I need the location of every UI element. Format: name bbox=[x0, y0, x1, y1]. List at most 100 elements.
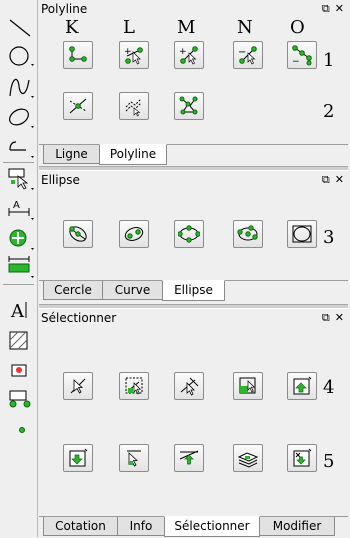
spline-tool-icon[interactable] bbox=[6, 74, 34, 100]
polyline-create-button[interactable] bbox=[63, 41, 93, 69]
deselect-entity-button[interactable] bbox=[174, 372, 204, 400]
tab-cercle[interactable]: Cercle bbox=[43, 281, 103, 300]
deselect-all-icon bbox=[69, 448, 88, 467]
tab-selectionner[interactable]: Sélectionner bbox=[164, 516, 260, 537]
tab-polyline[interactable]: Polyline bbox=[99, 144, 167, 165]
select-all-button[interactable] bbox=[287, 372, 317, 400]
polyline-add-node-button[interactable]: + bbox=[119, 41, 149, 69]
tab-info[interactable]: Info bbox=[117, 517, 165, 536]
tab-cotation[interactable]: Cotation bbox=[43, 517, 118, 536]
circle-tool-icon[interactable] bbox=[6, 44, 34, 70]
select-contour-icon bbox=[127, 450, 141, 467]
equidistant-icon bbox=[125, 98, 142, 117]
delete-between-icon: − bbox=[292, 45, 312, 66]
polyline-append-node-button[interactable]: + bbox=[174, 41, 204, 69]
ellipse-inscribed-button[interactable] bbox=[287, 220, 317, 248]
deselect-all-button[interactable] bbox=[63, 444, 93, 472]
ellipse-foci-icon bbox=[124, 227, 144, 241]
select-contour-button[interactable] bbox=[119, 444, 149, 472]
row-label-3: 3 bbox=[323, 227, 335, 248]
ellipse-center-axis-button[interactable] bbox=[63, 220, 93, 248]
column-label-k: K bbox=[65, 17, 79, 38]
tab-modifier[interactable]: Modifier bbox=[259, 517, 335, 536]
append-node-icon: + bbox=[179, 46, 198, 65]
close-icon[interactable]: ✕ bbox=[335, 2, 344, 16]
left-toolbar: A A bbox=[0, 0, 38, 537]
panel-title: Ellipse bbox=[41, 173, 80, 187]
float-icon[interactable]: ⧉ bbox=[322, 173, 330, 187]
float-icon[interactable]: ⧉ bbox=[322, 2, 330, 16]
svg-text:+: + bbox=[179, 47, 187, 57]
select-window-icon bbox=[125, 377, 143, 395]
ellipse-inscribed-icon bbox=[292, 225, 312, 243]
panel-title: Polyline bbox=[41, 2, 88, 16]
column-label-o: O bbox=[290, 17, 305, 38]
svg-text:−: − bbox=[238, 47, 246, 58]
deselect-entity-icon bbox=[180, 377, 199, 396]
dimension-tool-icon[interactable]: A bbox=[6, 196, 34, 222]
segments-icon bbox=[179, 96, 198, 115]
column-label-m: M bbox=[177, 17, 196, 38]
select-entity-icon bbox=[70, 378, 86, 394]
polyline-delete-node-button[interactable]: − bbox=[233, 41, 263, 69]
point-tool-icon[interactable] bbox=[6, 418, 34, 444]
close-icon[interactable]: ✕ bbox=[335, 311, 344, 325]
polyline-trim-button[interactable] bbox=[63, 92, 93, 120]
float-icon[interactable]: ⧉ bbox=[322, 311, 330, 325]
select-all-icon bbox=[293, 376, 312, 395]
select-tool-icon[interactable] bbox=[6, 166, 34, 192]
line-tool-icon[interactable] bbox=[6, 16, 34, 42]
tab-ellipse[interactable]: Ellipse bbox=[162, 280, 225, 301]
selection-panel: Sélectionner ⧉ ✕ 4 5 Cotation Info Sélect… bbox=[39, 309, 348, 537]
column-label-l: L bbox=[123, 17, 135, 38]
delete-node-icon: − bbox=[238, 46, 257, 65]
svg-text:A: A bbox=[13, 200, 20, 211]
image-tool-icon[interactable] bbox=[6, 358, 34, 384]
snap-tool-icon[interactable] bbox=[6, 226, 34, 252]
column-label-n: N bbox=[237, 17, 253, 38]
row-label-5: 5 bbox=[323, 451, 335, 472]
polyline-equidistant-button[interactable] bbox=[119, 92, 149, 120]
close-icon[interactable]: ✕ bbox=[335, 173, 344, 187]
ellipse-center-icon bbox=[237, 225, 258, 241]
select-intersected-icon bbox=[179, 450, 199, 465]
select-window-button[interactable] bbox=[119, 372, 149, 400]
polyline-tool-icon[interactable] bbox=[6, 134, 34, 160]
select-layer-button[interactable] bbox=[233, 444, 263, 472]
text-tool-icon[interactable]: A bbox=[6, 298, 34, 324]
hatch-tool-icon[interactable] bbox=[6, 328, 34, 354]
invert-selection-icon bbox=[293, 448, 312, 467]
row-label-4: 4 bbox=[323, 377, 335, 398]
ellipse-foci-button[interactable] bbox=[119, 220, 149, 248]
svg-text:−: − bbox=[292, 57, 300, 66]
select-intersected-button[interactable] bbox=[174, 444, 204, 472]
measure-tool-icon[interactable] bbox=[6, 254, 34, 280]
trim-icon bbox=[69, 98, 87, 114]
polyline-delete-between-button[interactable]: − bbox=[287, 41, 317, 69]
ellipse-axis-icon bbox=[69, 226, 87, 242]
ellipse-panel: Ellipse ⧉ ✕ 3 Cercle Curve Ellipse bbox=[39, 171, 348, 305]
tab-ligne[interactable]: Ligne bbox=[43, 145, 100, 164]
svg-text:+: + bbox=[124, 47, 132, 57]
block-tool-icon[interactable] bbox=[6, 386, 34, 412]
polyline-icon bbox=[69, 46, 87, 62]
polyline-panel: Polyline ⧉ ✕ K L M N O + + − − 1 2 Ligne … bbox=[39, 0, 348, 167]
deselect-window-icon bbox=[239, 377, 256, 394]
select-entity-button[interactable] bbox=[63, 372, 93, 400]
tab-curve[interactable]: Curve bbox=[102, 281, 163, 300]
ellipse-center-points-button[interactable] bbox=[233, 220, 263, 248]
selection-tabbar: Cotation Info Sélectionner Modifier bbox=[39, 516, 348, 538]
ellipse-tabbar: Cercle Curve Ellipse bbox=[39, 280, 348, 302]
polyline-from-segments-button[interactable] bbox=[174, 92, 204, 120]
svg-text:A: A bbox=[10, 301, 25, 322]
deselect-window-button[interactable] bbox=[233, 372, 263, 400]
add-node-icon: + bbox=[124, 47, 143, 65]
panel-title: Sélectionner bbox=[41, 311, 117, 325]
row-label-2: 2 bbox=[323, 101, 335, 122]
invert-selection-button[interactable] bbox=[287, 444, 317, 472]
select-layer-icon bbox=[237, 452, 259, 468]
ellipse-tool-icon[interactable] bbox=[6, 104, 34, 130]
polyline-tabbar: Ligne Polyline bbox=[39, 144, 348, 166]
row-label-1: 1 bbox=[323, 50, 335, 71]
ellipse-four-points-button[interactable] bbox=[174, 220, 204, 248]
